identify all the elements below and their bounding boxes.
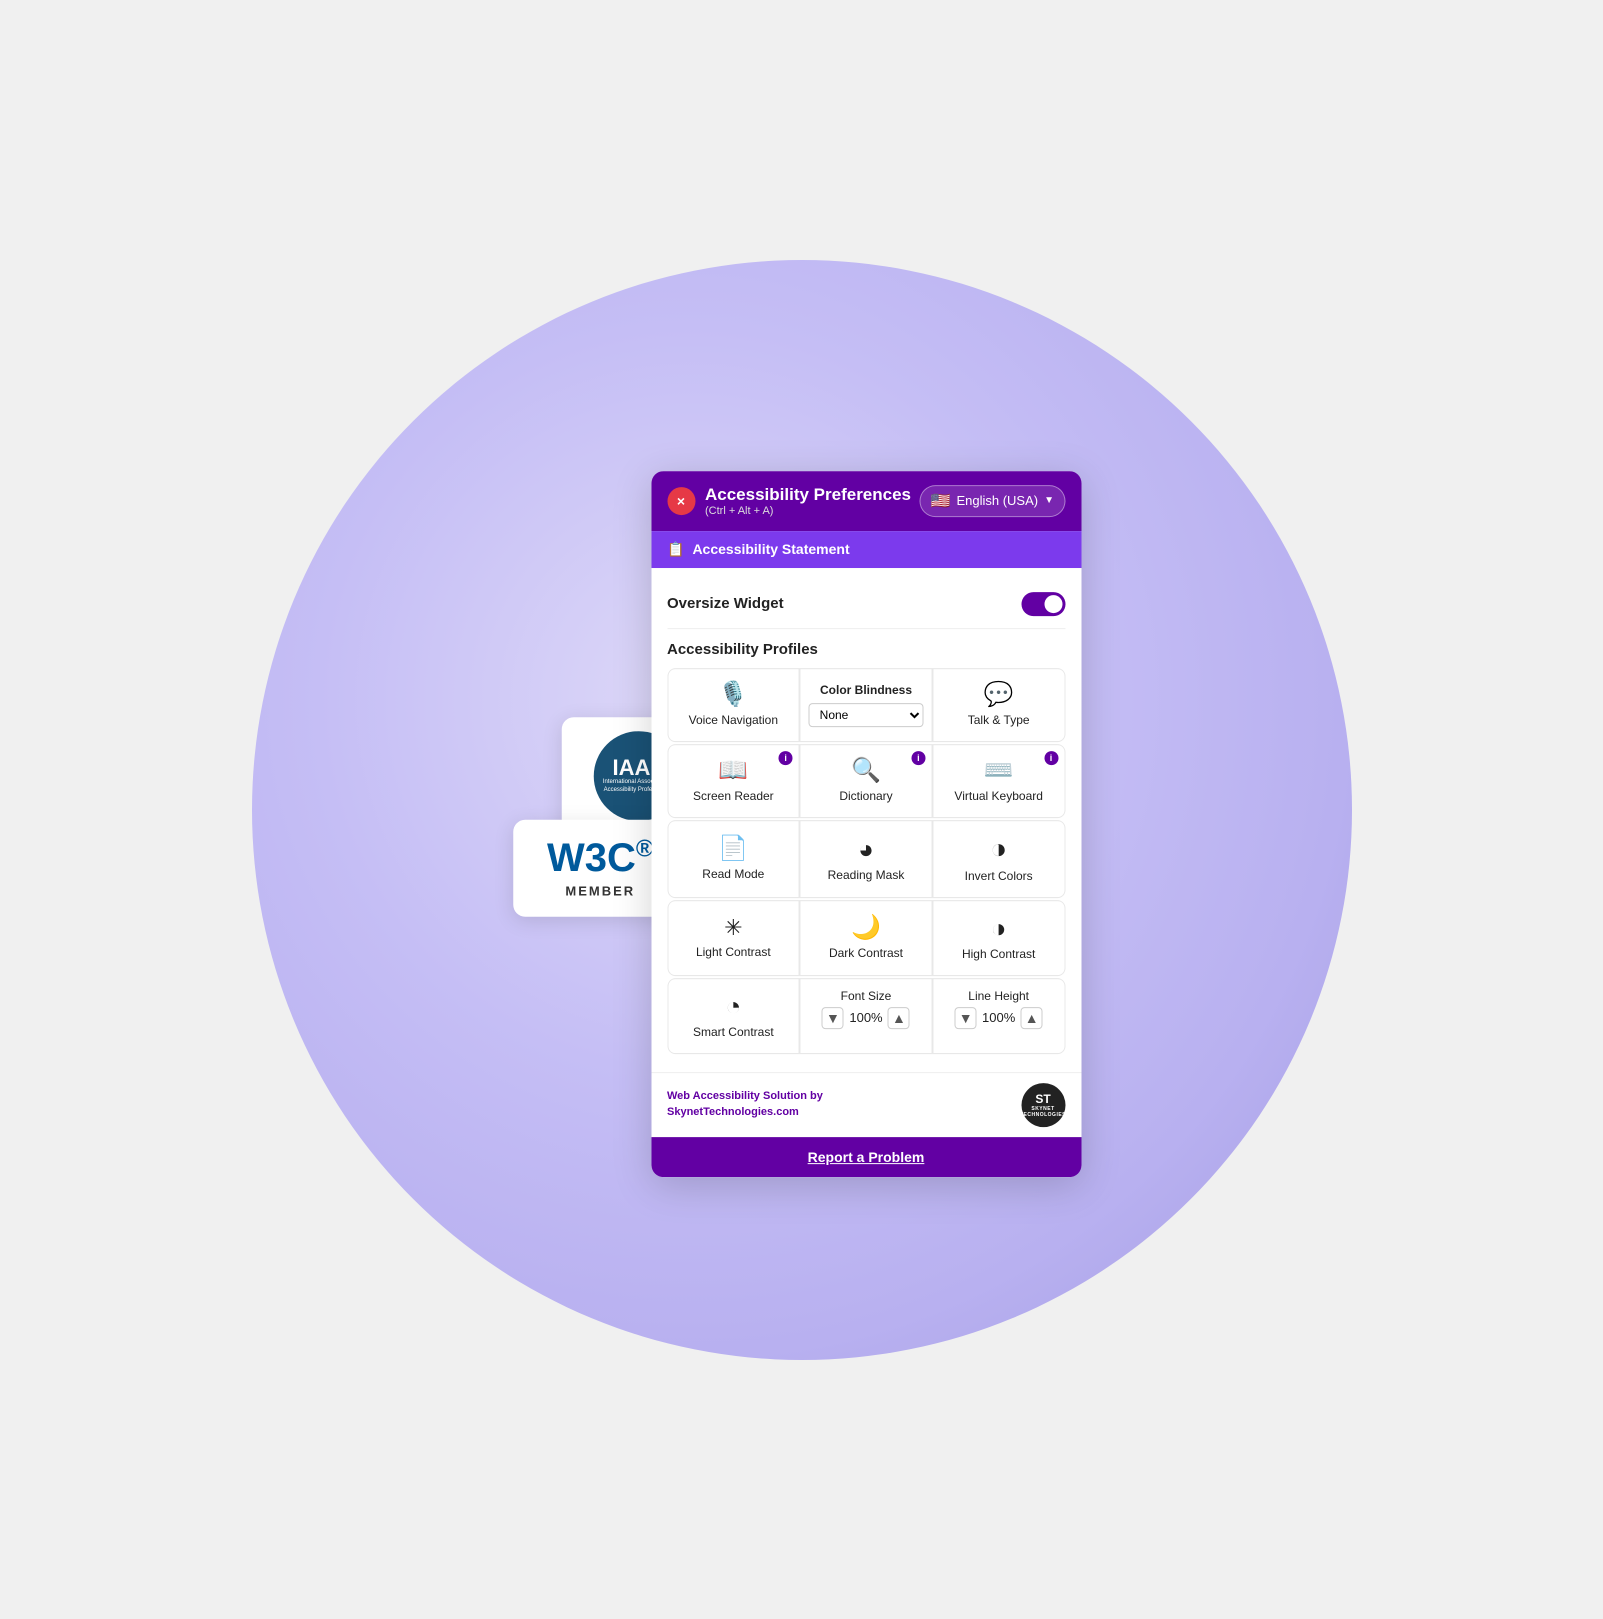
talk-type-icon: 💬 — [984, 683, 1014, 707]
footer-logo-text: ST — [1020, 1092, 1066, 1106]
voice-navigation-icon: 🎙️ — [718, 683, 748, 707]
language-selector[interactable]: 🇺🇸 English (USA) ▼ — [920, 485, 1065, 517]
profile-talk-type[interactable]: 💬 Talk & Type — [933, 669, 1064, 741]
widget-body: Oversize Widget Accessibility Profiles 🎙… — [651, 568, 1081, 1072]
oversize-toggle[interactable] — [1021, 592, 1065, 616]
header-left: × Accessibility Preferences (Ctrl + Alt … — [667, 485, 911, 517]
footer-logo: ST SKYNET TECHNOLOGIES — [1021, 1083, 1065, 1127]
oversize-widget-row: Oversize Widget — [667, 584, 1065, 629]
screen-reader-icon: 📖 — [718, 759, 748, 783]
chevron-down-icon: ▼ — [1044, 495, 1054, 506]
statement-icon: 📋 — [667, 541, 684, 558]
footer-prefix: Web Accessibility Solution by — [667, 1090, 823, 1102]
accessibility-statement-bar[interactable]: 📋 Accessibility Statement — [651, 531, 1081, 568]
font-size-cell: Font Size ▼ 100% ▲ — [801, 979, 932, 1053]
flag-icon: 🇺🇸 — [931, 491, 951, 511]
smart-contrast-label: Smart Contrast — [693, 1025, 774, 1039]
w3c-logo: W3C® — [547, 837, 654, 877]
report-problem-button[interactable]: Report a Problem — [651, 1137, 1081, 1177]
line-height-controls: ▼ 100% ▲ — [955, 1007, 1043, 1029]
language-label: English (USA) — [956, 493, 1038, 508]
profile-voice-navigation[interactable]: 🎙️ Voice Navigation — [668, 669, 799, 741]
light-contrast-label: Light Contrast — [696, 945, 771, 959]
accessibility-widget-panel: × Accessibility Preferences (Ctrl + Alt … — [651, 471, 1081, 1177]
font-size-controls: ▼ 100% ▲ — [822, 1007, 910, 1029]
font-size-label: Font Size — [841, 989, 892, 1003]
read-mode-icon: 📄 — [718, 837, 748, 861]
profile-read-mode[interactable]: 📄 Read Mode — [668, 821, 799, 897]
color-blindness-select[interactable]: None Protanopia Deuteranopia Tritanopia — [809, 703, 924, 727]
line-height-label: Line Height — [968, 989, 1029, 1003]
light-contrast-icon: ✳ — [724, 917, 742, 939]
profile-high-contrast[interactable]: ◑ High Contrast — [933, 901, 1064, 975]
invert-colors-icon: ◑ — [990, 835, 1007, 863]
info-badge-screen-reader: i — [779, 751, 793, 765]
widget-footer: Web Accessibility Solution by SkynetTech… — [651, 1072, 1081, 1137]
reading-mask-icon: ◕ — [858, 836, 874, 862]
profiles-row-1: 🎙️ Voice Navigation Color Blindness None… — [667, 668, 1065, 742]
close-button[interactable]: × — [667, 487, 695, 515]
profile-light-contrast[interactable]: ✳ Light Contrast — [668, 901, 799, 975]
line-height-value: 100% — [981, 1010, 1017, 1025]
profiles-section-title: Accessibility Profiles — [667, 641, 1065, 658]
profile-dictionary[interactable]: i 🔍 Dictionary — [801, 745, 932, 817]
color-blindness-label: Color Blindness — [820, 683, 912, 697]
talk-type-label: Talk & Type — [968, 713, 1030, 727]
profiles-row-4: ✳ Light Contrast 🌙 Dark Contrast ◑ High … — [667, 900, 1065, 976]
footer-text: Web Accessibility Solution by SkynetTech… — [667, 1089, 823, 1120]
font-size-decrease-button[interactable]: ▼ — [822, 1007, 844, 1029]
dictionary-label: Dictionary — [839, 789, 892, 803]
profile-dark-contrast[interactable]: 🌙 Dark Contrast — [801, 901, 932, 975]
virtual-keyboard-icon: ⌨️ — [984, 759, 1014, 783]
high-contrast-icon: ◑ — [991, 915, 1007, 941]
info-badge-virtual-keyboard: i — [1044, 751, 1058, 765]
footer-brand: SkynetTechnologies.com — [667, 1106, 799, 1118]
screen-reader-label: Screen Reader — [693, 789, 774, 803]
dictionary-icon: 🔍 — [851, 759, 881, 783]
title-block: Accessibility Preferences (Ctrl + Alt + … — [705, 485, 911, 517]
virtual-keyboard-label: Virtual Keyboard — [954, 789, 1043, 803]
font-size-increase-button[interactable]: ▲ — [888, 1007, 910, 1029]
profile-virtual-keyboard[interactable]: i ⌨️ Virtual Keyboard — [933, 745, 1064, 817]
line-height-decrease-button[interactable]: ▼ — [955, 1007, 977, 1029]
reading-mask-label: Reading Mask — [828, 868, 905, 882]
invert-colors-label: Invert Colors — [965, 869, 1033, 883]
read-mode-label: Read Mode — [702, 867, 764, 881]
profile-screen-reader[interactable]: i 📖 Screen Reader — [668, 745, 799, 817]
dark-contrast-icon: 🌙 — [851, 916, 881, 940]
profiles-row-2: i 📖 Screen Reader i 🔍 Dictionary i ⌨️ Vi… — [667, 744, 1065, 818]
profile-invert-colors[interactable]: ◑ Invert Colors — [933, 821, 1064, 897]
widget-title: Accessibility Preferences — [705, 485, 911, 505]
font-size-value: 100% — [848, 1010, 884, 1025]
w3c-member-label: MEMBER — [565, 884, 635, 899]
line-height-cell: Line Height ▼ 100% ▲ — [933, 979, 1064, 1053]
footer-logo-sub: SKYNET TECHNOLOGIES — [1020, 1106, 1066, 1118]
bottom-row: ◔ Smart Contrast Font Size ▼ 100% ▲ Line… — [667, 978, 1065, 1054]
line-height-increase-button[interactable]: ▲ — [1021, 1007, 1043, 1029]
oversize-label: Oversize Widget — [667, 595, 784, 612]
statement-label: Accessibility Statement — [692, 541, 849, 557]
profile-reading-mask[interactable]: ◕ Reading Mask — [801, 821, 932, 897]
voice-navigation-label: Voice Navigation — [689, 713, 778, 727]
dark-contrast-label: Dark Contrast — [829, 946, 903, 960]
high-contrast-label: High Contrast — [962, 947, 1035, 961]
widget-header: × Accessibility Preferences (Ctrl + Alt … — [651, 471, 1081, 531]
profile-smart-contrast[interactable]: ◔ Smart Contrast — [668, 979, 799, 1053]
color-blindness-cell: Color Blindness None Protanopia Deuteran… — [801, 669, 932, 741]
keyboard-shortcut: (Ctrl + Alt + A) — [705, 505, 911, 517]
smart-contrast-icon: ◔ — [725, 993, 741, 1019]
profiles-row-3: 📄 Read Mode ◕ Reading Mask ◑ Invert Colo… — [667, 820, 1065, 898]
info-badge-dictionary: i — [911, 751, 925, 765]
